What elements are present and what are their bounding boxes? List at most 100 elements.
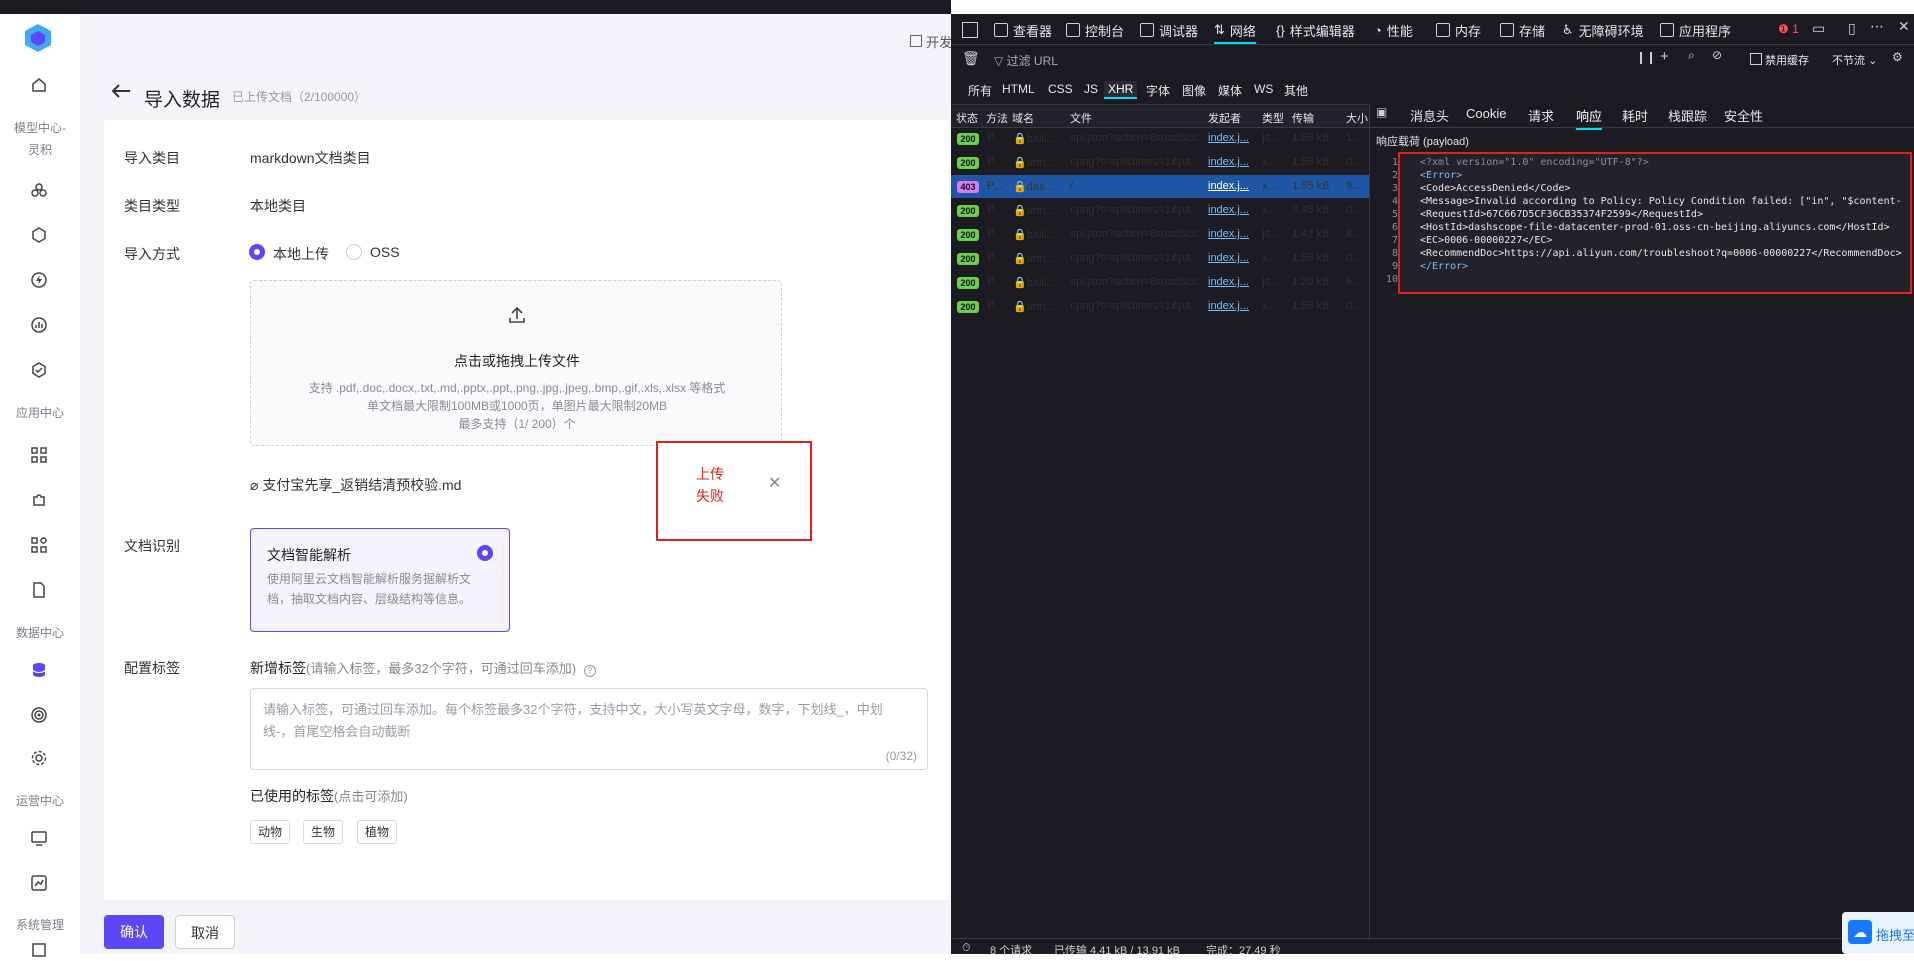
smart-parse-option[interactable]: 文档智能解析 使用阿里云文档智能解析服务据解析文档，抽取文档内容、层级结构等信息… — [250, 528, 510, 632]
row-initiator[interactable]: index.j... — [1208, 228, 1254, 240]
row-initiator[interactable]: index.j... — [1208, 276, 1254, 288]
picker-icon[interactable] — [962, 22, 978, 38]
plus-icon[interactable]: + — [1660, 48, 1669, 65]
error-badge[interactable]: ❶ 1 — [1778, 22, 1799, 36]
filter-url-input[interactable]: ▽ 过滤 URL — [994, 52, 1058, 69]
row-initiator[interactable]: index.j... — [1208, 132, 1254, 144]
filter-ws[interactable]: WS — [1250, 81, 1277, 97]
apps-icon[interactable] — [28, 534, 50, 556]
request-row-selected[interactable]: 403 P... 🔒das... / index.j... x... 1.55 … — [951, 175, 1369, 198]
row-initiator[interactable]: index.j... — [1208, 252, 1254, 264]
panel-splitter[interactable] — [1369, 104, 1370, 940]
request-row[interactable]: 200 P... 🔒baili... api.json?action=Broad… — [951, 127, 1369, 150]
request-row[interactable]: 200 P... 🔒baili... api.json?action=Broad… — [951, 223, 1369, 246]
request-row[interactable]: 200 P... 🔒baili... api.json?action=Broad… — [951, 271, 1369, 294]
request-row[interactable]: 200 P... 🔒arm... r.png?t=api&times=1&pa … — [951, 151, 1369, 174]
tab-security[interactable]: 安全性 — [1724, 106, 1763, 125]
tab-debugger[interactable]: 调试器 — [1140, 20, 1198, 40]
smart-parse-radio[interactable] — [477, 545, 493, 561]
col-type[interactable]: 类型 — [1262, 110, 1284, 126]
request-row[interactable]: 200 P... 🔒arm... r.png?t=api&times=1&pa … — [951, 295, 1369, 318]
trash-icon[interactable]: 🗑 — [962, 50, 980, 67]
tab-console[interactable]: 控制台 — [1066, 20, 1124, 40]
home-icon[interactable] — [28, 74, 50, 96]
request-row[interactable]: 200 P... 🔒arm... r.png?t=api&times=1&pa … — [951, 199, 1369, 222]
radio-local-upload[interactable] — [249, 244, 265, 260]
radio-oss[interactable] — [346, 244, 362, 260]
filter-js[interactable]: JS — [1080, 81, 1102, 97]
col-transfer[interactable]: 传输 — [1292, 110, 1314, 126]
tab-application[interactable]: 应用程序 — [1660, 20, 1731, 40]
network-settings-icon[interactable]: ⚙ — [1892, 50, 1903, 64]
cancel-button[interactable]: 取消 — [175, 915, 235, 949]
dashboard-icon[interactable] — [28, 872, 50, 894]
tab-request[interactable]: 请求 — [1528, 106, 1554, 125]
filter-fonts[interactable]: 字体 — [1142, 81, 1174, 100]
confirm-button[interactable]: 确认 — [104, 915, 164, 949]
grid-icon[interactable] — [28, 444, 50, 466]
tag-animal[interactable]: 动物 — [250, 820, 291, 844]
close-devtools-icon[interactable]: ✕ — [1898, 18, 1910, 35]
responsive-icon[interactable]: ▯ — [1848, 20, 1856, 37]
dock-icon[interactable]: ▭ — [1812, 20, 1825, 37]
filter-media[interactable]: 媒体 — [1214, 81, 1246, 100]
check-hexagon-icon[interactable] — [28, 359, 50, 381]
col-domain[interactable]: 域名 — [1012, 110, 1034, 126]
uploaded-file[interactable]: ⌀ 支付宝先享_返销结清预校验.md — [250, 475, 461, 495]
hexagon-icon[interactable] — [28, 224, 50, 246]
pause-icon[interactable]: ❙❙ — [1636, 50, 1656, 64]
model-icon[interactable] — [28, 179, 50, 201]
plugin-icon[interactable] — [28, 489, 50, 511]
request-row[interactable]: 200 P... 🔒arm... r.png?t=api&times=1&pa … — [951, 247, 1369, 270]
signal-icon[interactable] — [28, 704, 50, 726]
tab-cookie[interactable]: Cookie — [1466, 106, 1506, 121]
tab-accessibility[interactable]: ♿ 无障碍环境 — [1562, 20, 1644, 40]
filter-other[interactable]: 其他 — [1280, 81, 1312, 100]
row-initiator[interactable]: index.j... — [1208, 300, 1254, 312]
dev-link[interactable]: 开发 — [910, 32, 952, 51]
tab-stack-trace[interactable]: 栈跟踪 — [1668, 106, 1707, 125]
col-initiator[interactable]: 发起者 — [1208, 110, 1241, 126]
row-initiator[interactable]: index.j... — [1208, 180, 1254, 192]
help-icon[interactable]: ? — [584, 665, 597, 677]
filter-html[interactable]: HTML — [998, 81, 1039, 97]
filter-css[interactable]: CSS — [1044, 81, 1077, 97]
tab-inspector[interactable]: 查看器 — [994, 20, 1052, 40]
search-icon[interactable]: ⌕ — [1688, 48, 1695, 63]
col-status[interactable]: 状态 — [956, 110, 978, 126]
back-arrow-icon[interactable] — [110, 82, 140, 104]
tab-performance[interactable]: ◔ 性能 — [1374, 20, 1413, 40]
tab-memory[interactable]: 内存 — [1436, 20, 1481, 40]
disable-cache-checkbox[interactable]: 禁用缓存 — [1750, 52, 1809, 68]
floating-widget[interactable]: ☁ 拖拽至 — [1842, 912, 1914, 954]
filter-xhr[interactable]: XHR — [1104, 81, 1138, 99]
col-file[interactable]: 文件 — [1070, 110, 1092, 126]
tag-biology[interactable]: 生物 — [303, 820, 344, 844]
document-icon[interactable] — [28, 579, 50, 601]
tab-network[interactable]: ⇅ 网络 — [1214, 20, 1256, 44]
tag-input[interactable]: 请输入标签，可通过回车添加。每个标签最多32个字符，支持中文，大小写英文字母，数… — [250, 688, 928, 770]
monitor-icon[interactable] — [28, 827, 50, 849]
upload-dropzone[interactable]: 点击或拖拽上传文件 支持 .pdf,.doc,.docx,.txt,.md,.p… — [250, 280, 782, 446]
tab-storage[interactable]: 存储 — [1500, 20, 1545, 40]
gear-icon[interactable] — [28, 747, 50, 769]
lightning-icon[interactable] — [28, 269, 50, 291]
remove-file-icon[interactable]: ✕ — [768, 473, 781, 493]
app-logo[interactable] — [22, 22, 54, 54]
settings-doc-icon[interactable] — [28, 939, 50, 961]
tag-plant[interactable]: 植物 — [357, 820, 398, 844]
database-icon[interactable] — [28, 659, 50, 681]
filter-all[interactable]: 所有 — [964, 81, 996, 100]
row-initiator[interactable]: index.j... — [1208, 204, 1254, 216]
tab-timings[interactable]: 耗时 — [1622, 106, 1648, 125]
tab-headers[interactable]: 消息头 — [1410, 106, 1449, 125]
col-size[interactable]: 大小 — [1346, 110, 1368, 126]
more-options-icon[interactable]: ⋯ — [1870, 18, 1884, 35]
sidebar-toggle-icon[interactable]: ▣ — [1376, 105, 1387, 119]
filter-images[interactable]: 图像 — [1178, 81, 1210, 100]
col-method[interactable]: 方法 — [986, 110, 1008, 126]
throttle-select[interactable]: 不节流 ⌄ — [1832, 52, 1877, 68]
chart-icon[interactable] — [28, 314, 50, 336]
tab-style-editor[interactable]: {} 样式编辑器 — [1276, 20, 1355, 40]
row-initiator[interactable]: index.j... — [1208, 156, 1254, 168]
